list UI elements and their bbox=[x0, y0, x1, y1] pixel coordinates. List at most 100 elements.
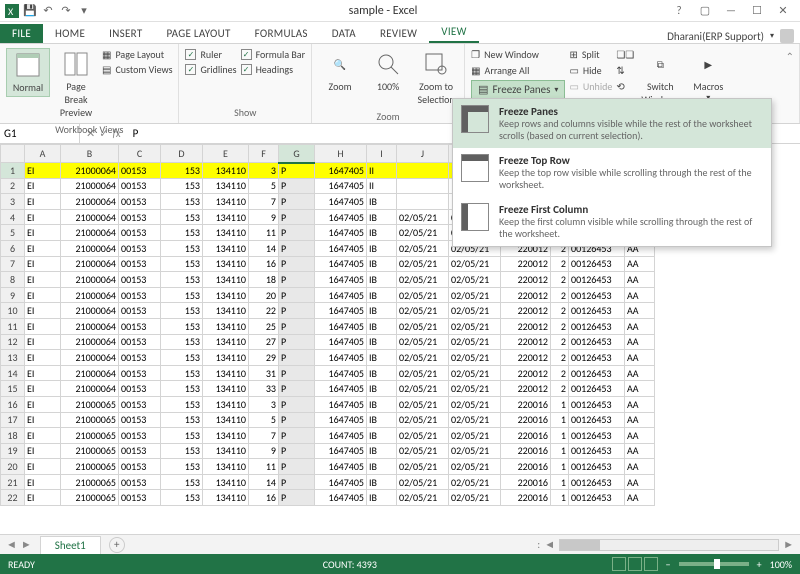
cell[interactable]: 2 bbox=[551, 381, 569, 397]
tab-formulas[interactable]: FORMULAS bbox=[243, 24, 320, 43]
cell[interactable]: 220016 bbox=[501, 459, 551, 475]
cell[interactable]: IB bbox=[367, 365, 397, 381]
sheet-nav-next-icon[interactable]: ► bbox=[21, 538, 32, 551]
cell[interactable]: 00153 bbox=[119, 240, 161, 256]
cell[interactable]: 02/05/21 bbox=[449, 412, 501, 428]
cell[interactable]: 02/05/21 bbox=[449, 490, 501, 506]
zoom-level[interactable]: 100% bbox=[770, 558, 792, 571]
row-header[interactable]: 1 bbox=[1, 163, 25, 179]
ruler-checkbox[interactable]: ✓Ruler bbox=[185, 48, 236, 61]
cell[interactable]: EI bbox=[25, 240, 61, 256]
cell[interactable]: EI bbox=[25, 412, 61, 428]
cell[interactable]: 7 bbox=[249, 428, 279, 444]
cell[interactable]: 02/05/21 bbox=[449, 334, 501, 350]
cell[interactable]: IB bbox=[367, 443, 397, 459]
user-name[interactable]: Dharani(ERP Support) bbox=[667, 30, 764, 43]
cell[interactable]: IB bbox=[367, 303, 397, 319]
cell[interactable]: IB bbox=[367, 318, 397, 334]
cell[interactable]: 153 bbox=[161, 194, 203, 210]
cell[interactable]: IB bbox=[367, 474, 397, 490]
cell[interactable]: P bbox=[279, 428, 315, 444]
new-window-button[interactable]: ❐New Window bbox=[471, 48, 565, 61]
cell[interactable]: 134110 bbox=[203, 428, 249, 444]
cell[interactable]: 2 bbox=[551, 334, 569, 350]
cell[interactable]: 1647405 bbox=[315, 396, 367, 412]
cell[interactable]: 134110 bbox=[203, 459, 249, 475]
zoom-100-button[interactable]: 100% bbox=[366, 48, 410, 95]
cell[interactable]: 02/05/21 bbox=[397, 256, 449, 272]
cell[interactable]: IB bbox=[367, 381, 397, 397]
cell[interactable]: 00126453 bbox=[569, 428, 625, 444]
cell[interactable]: EI bbox=[25, 474, 61, 490]
cell[interactable]: 1 bbox=[551, 474, 569, 490]
cell[interactable]: II bbox=[367, 178, 397, 194]
cell[interactable]: 00126453 bbox=[569, 459, 625, 475]
minimize-icon[interactable]: — bbox=[722, 2, 740, 20]
cell[interactable]: 153 bbox=[161, 163, 203, 179]
cell[interactable]: AA bbox=[625, 365, 655, 381]
cell[interactable]: 27 bbox=[249, 334, 279, 350]
cell[interactable]: 134110 bbox=[203, 350, 249, 366]
cell[interactable]: 29 bbox=[249, 350, 279, 366]
cell[interactable]: 00153 bbox=[119, 334, 161, 350]
cell[interactable]: EI bbox=[25, 334, 61, 350]
cell[interactable]: 153 bbox=[161, 287, 203, 303]
cell[interactable]: 21000064 bbox=[61, 225, 119, 241]
cell[interactable]: 00153 bbox=[119, 350, 161, 366]
cell[interactable]: 02/05/21 bbox=[449, 272, 501, 288]
cell[interactable]: 134110 bbox=[203, 256, 249, 272]
cell[interactable]: 134110 bbox=[203, 272, 249, 288]
cell[interactable]: 00126453 bbox=[569, 474, 625, 490]
cell[interactable]: 1 bbox=[551, 459, 569, 475]
cell[interactable]: IB bbox=[367, 225, 397, 241]
cell[interactable]: 2 bbox=[551, 318, 569, 334]
cell[interactable]: 153 bbox=[161, 318, 203, 334]
cell[interactable]: 02/05/21 bbox=[397, 490, 449, 506]
cell[interactable]: 00126453 bbox=[569, 303, 625, 319]
cell[interactable]: P bbox=[279, 412, 315, 428]
cell[interactable]: 02/05/21 bbox=[397, 412, 449, 428]
cell[interactable]: 33 bbox=[249, 381, 279, 397]
cell[interactable]: 134110 bbox=[203, 334, 249, 350]
tab-file[interactable]: FILE bbox=[0, 24, 43, 43]
cell[interactable]: 21000064 bbox=[61, 272, 119, 288]
row-header[interactable]: 4 bbox=[1, 209, 25, 225]
cell[interactable]: IB bbox=[367, 396, 397, 412]
cell[interactable] bbox=[397, 178, 449, 194]
column-header[interactable]: I bbox=[367, 145, 397, 163]
cell[interactable]: 153 bbox=[161, 272, 203, 288]
cell[interactable]: 1647405 bbox=[315, 256, 367, 272]
sheet-tab[interactable]: Sheet1 bbox=[40, 536, 101, 554]
cell[interactable]: 220012 bbox=[501, 381, 551, 397]
cell[interactable]: 220016 bbox=[501, 396, 551, 412]
cell[interactable]: 02/05/21 bbox=[449, 256, 501, 272]
cell[interactable]: 02/05/21 bbox=[397, 350, 449, 366]
cell[interactable]: EI bbox=[25, 256, 61, 272]
cell[interactable]: 153 bbox=[161, 428, 203, 444]
macros-button[interactable]: ▶Macros▾ bbox=[686, 48, 730, 105]
cell[interactable]: P bbox=[279, 365, 315, 381]
column-header[interactable]: G bbox=[279, 145, 315, 163]
tab-home[interactable]: HOME bbox=[43, 24, 97, 43]
cell[interactable]: 02/05/21 bbox=[397, 209, 449, 225]
cell[interactable]: 00126453 bbox=[569, 365, 625, 381]
column-header[interactable]: D bbox=[161, 145, 203, 163]
cell[interactable]: 02/05/21 bbox=[449, 365, 501, 381]
row-header[interactable]: 8 bbox=[1, 272, 25, 288]
cell[interactable]: EI bbox=[25, 303, 61, 319]
cell[interactable]: IB bbox=[367, 350, 397, 366]
cell[interactable]: 00126453 bbox=[569, 443, 625, 459]
cell[interactable]: P bbox=[279, 287, 315, 303]
cell[interactable]: 21000064 bbox=[61, 178, 119, 194]
cell[interactable]: 02/05/21 bbox=[397, 272, 449, 288]
menu-freeze-first-column[interactable]: Freeze First ColumnKeep the first column… bbox=[453, 197, 771, 246]
row-header[interactable]: 14 bbox=[1, 365, 25, 381]
row-header[interactable]: 15 bbox=[1, 381, 25, 397]
cell[interactable]: 1647405 bbox=[315, 303, 367, 319]
cell[interactable]: 21000064 bbox=[61, 365, 119, 381]
cell[interactable]: IB bbox=[367, 334, 397, 350]
cell[interactable]: 02/05/21 bbox=[397, 287, 449, 303]
add-sheet-button[interactable]: + bbox=[109, 537, 125, 553]
row-header[interactable]: 5 bbox=[1, 225, 25, 241]
cell[interactable]: 21000065 bbox=[61, 459, 119, 475]
